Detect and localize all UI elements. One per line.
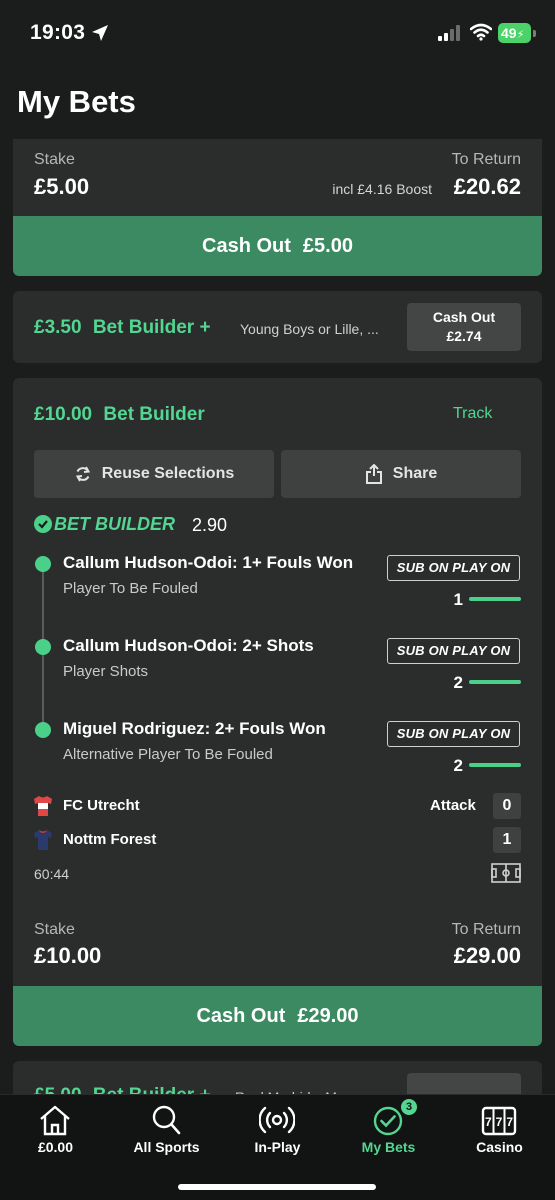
nav-all-sports-label: All Sports bbox=[133, 1139, 200, 1155]
sub-on-play-on-badge: SUB ON PLAY ON bbox=[387, 638, 520, 664]
cash-out-label: Cash Out bbox=[202, 234, 291, 257]
away-score: 1 bbox=[493, 827, 521, 853]
sub-on-play-on-badge: SUB ON PLAY ON bbox=[387, 721, 520, 747]
nav-casino-label: Casino bbox=[476, 1139, 523, 1155]
svg-text:7: 7 bbox=[485, 1115, 492, 1129]
away-team-name: Nottm Forest bbox=[63, 831, 157, 848]
bet-amount: £3.50 bbox=[34, 317, 82, 338]
selection-check-icon bbox=[35, 556, 51, 572]
cash-out-button[interactable]: Cash Out £5.00 bbox=[13, 216, 542, 276]
home-icon bbox=[40, 1105, 70, 1136]
status-bar: 19:03 49⚡ bbox=[0, 0, 555, 68]
reuse-selections-button[interactable]: Reuse Selections bbox=[34, 450, 274, 498]
page-title: My Bets bbox=[17, 84, 136, 119]
battery-level: 49 bbox=[501, 25, 517, 41]
stake-amount: £5.00 bbox=[34, 174, 90, 199]
team-shirt-icon bbox=[34, 830, 52, 850]
slot-machine-icon: 7 7 7 bbox=[481, 1106, 517, 1136]
share-label: Share bbox=[392, 465, 438, 482]
bet-card-3: £10.00 Bet Builder Track Reuse Selection… bbox=[13, 378, 542, 1046]
cash-out-amount: £2.74 bbox=[446, 328, 482, 344]
cash-out-button[interactable]: Cash Out £2.74 bbox=[407, 303, 521, 351]
selection-market: Player Shots bbox=[63, 663, 149, 680]
home-indicator[interactable] bbox=[178, 1184, 376, 1190]
selection-check-icon bbox=[35, 639, 51, 655]
nav-balance-label: £0.00 bbox=[37, 1139, 74, 1155]
bet-type: Bet Builder + bbox=[92, 317, 211, 338]
home-team-name: FC Utrecht bbox=[63, 797, 140, 814]
search-icon bbox=[152, 1105, 181, 1135]
selection-progress-value: 1 bbox=[453, 590, 463, 609]
selection-market: Alternative Player To Be Fouled bbox=[63, 746, 273, 763]
selection-progress-value: 2 bbox=[453, 756, 463, 775]
wifi-icon bbox=[470, 23, 492, 41]
cash-out-label: Cash Out bbox=[432, 309, 496, 325]
stake-amount: £10.00 bbox=[34, 943, 102, 968]
bet-header: £3.50 Bet Builder + bbox=[34, 317, 211, 339]
svg-text:7: 7 bbox=[506, 1115, 513, 1129]
selection-title: Callum Hudson-Odoi: 2+ Shots bbox=[63, 636, 314, 655]
share-button[interactable]: Share bbox=[281, 450, 521, 498]
bet-card-2[interactable]: £3.50 Bet Builder + Young Boys or Lille,… bbox=[13, 291, 542, 363]
svg-text:7: 7 bbox=[496, 1115, 503, 1129]
match-clock: 60:44 bbox=[34, 866, 70, 882]
reuse-selections-label: Reuse Selections bbox=[101, 465, 235, 482]
boost-text: incl £4.16 Boost bbox=[332, 181, 432, 197]
location-arrow-icon bbox=[92, 25, 108, 41]
selection-progress-value: 2 bbox=[453, 673, 463, 692]
bet-header: £10.00 Bet Builder bbox=[34, 404, 205, 426]
bet-description: Young Boys or Lille, ... bbox=[240, 321, 379, 337]
battery-cap bbox=[533, 30, 536, 37]
return-label: To Return bbox=[451, 151, 521, 168]
selection-progress-bar bbox=[469, 680, 521, 684]
selection-progress-bar bbox=[469, 597, 521, 601]
selection-market: Player To Be Fouled bbox=[63, 580, 198, 597]
nav-my-bets-label: My Bets bbox=[361, 1139, 416, 1155]
bet-odds: 2.90 bbox=[192, 515, 228, 535]
attack-label: Attack bbox=[430, 797, 476, 814]
cellular-signal-icon bbox=[438, 25, 460, 41]
my-bets-count-badge: 3 bbox=[401, 1099, 417, 1115]
cash-out-button[interactable]: Cash Out £29.00 bbox=[13, 986, 542, 1046]
broadcast-icon bbox=[259, 1106, 295, 1134]
stake-label: Stake bbox=[34, 921, 75, 938]
cash-out-amount: £29.00 bbox=[297, 1004, 359, 1027]
bet-builder-label: BET BUILDER bbox=[54, 514, 175, 534]
cash-out-amount: £5.00 bbox=[302, 234, 353, 257]
nav-in-play-label: In-Play bbox=[254, 1139, 301, 1155]
selection-progress-bar bbox=[469, 763, 521, 767]
selection-title: Callum Hudson-Odoi: 1+ Fouls Won bbox=[63, 553, 354, 572]
check-circle-icon bbox=[34, 515, 52, 533]
bet-type: Bet Builder bbox=[103, 404, 205, 425]
return-amount: £29.00 bbox=[453, 943, 521, 968]
bet-card-1: Stake £5.00 To Return incl £4.16 Boost £… bbox=[13, 139, 542, 276]
home-score: 0 bbox=[493, 793, 521, 819]
share-icon bbox=[365, 464, 382, 484]
team-shirt-icon bbox=[34, 796, 52, 816]
selection-check-icon bbox=[35, 722, 51, 738]
track-link[interactable]: Track bbox=[453, 405, 492, 423]
return-label: To Return bbox=[451, 921, 521, 938]
refresh-icon bbox=[75, 466, 90, 482]
sub-on-play-on-badge: SUB ON PLAY ON bbox=[387, 555, 520, 581]
selection-title: Miguel Rodriguez: 2+ Fouls Won bbox=[63, 719, 326, 738]
return-amount: £20.62 bbox=[453, 174, 521, 199]
battery-indicator: 49⚡ bbox=[498, 23, 531, 43]
cash-out-label: Cash Out bbox=[196, 1004, 286, 1027]
stake-label: Stake bbox=[34, 151, 75, 168]
pitch-icon[interactable] bbox=[491, 863, 521, 883]
bet-amount: £10.00 bbox=[34, 404, 93, 425]
status-time: 19:03 bbox=[30, 21, 86, 44]
charging-bolt-icon: ⚡ bbox=[516, 29, 525, 41]
